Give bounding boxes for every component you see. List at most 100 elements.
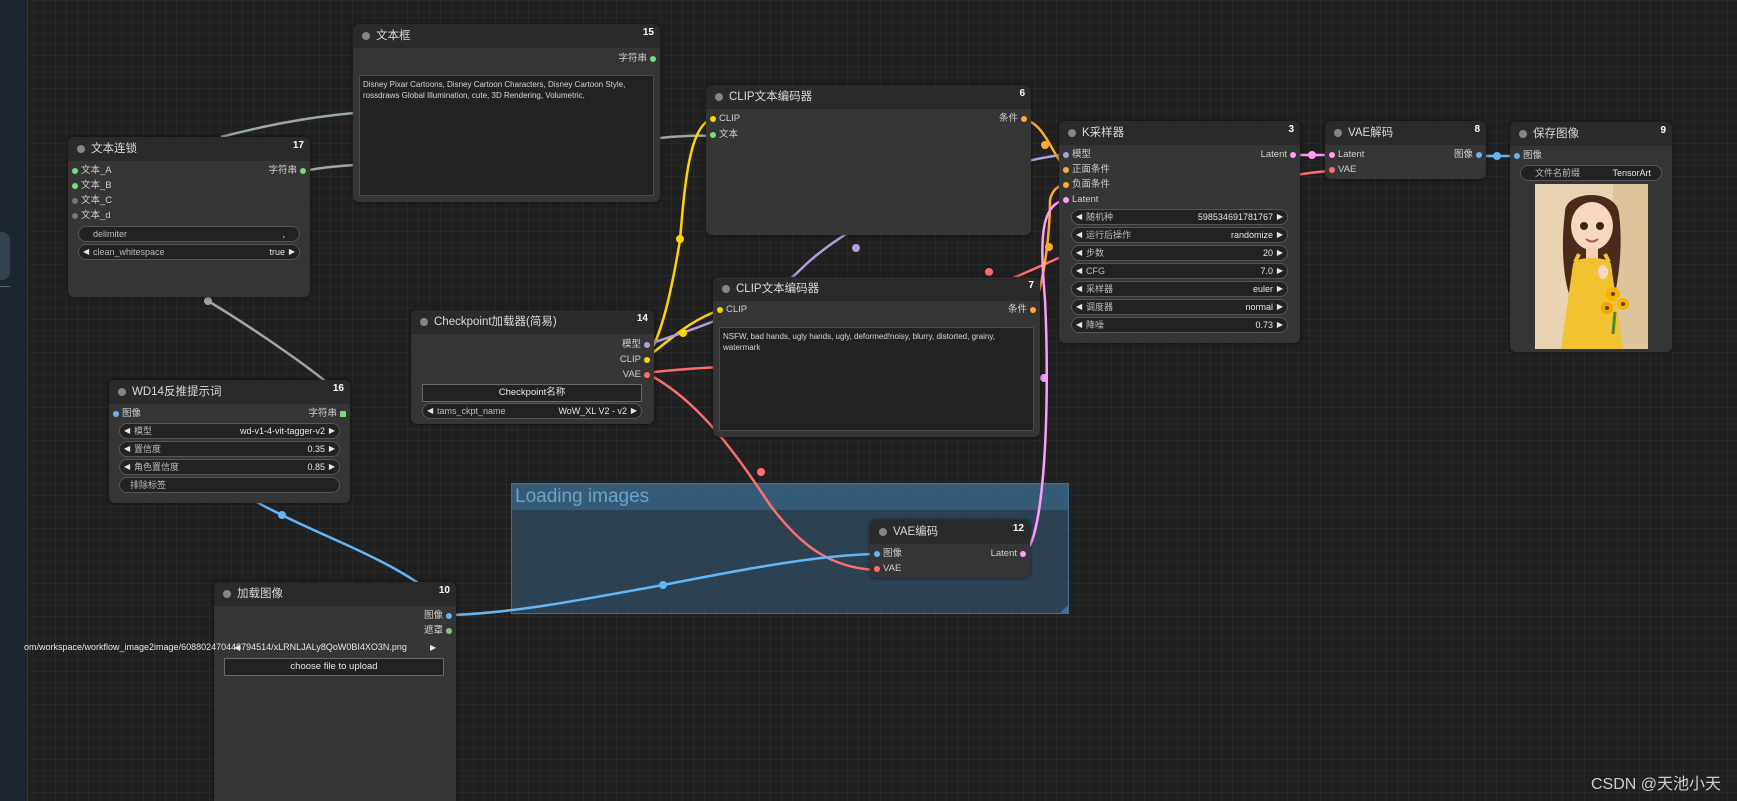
control-after-generate-widget[interactable]: ◀ 运行后操作 randomize ▶: [1071, 227, 1288, 243]
cfg-widget[interactable]: ◀ CFG 7.0 ▶: [1071, 263, 1288, 279]
output-latent[interactable]: Latent: [1261, 148, 1300, 162]
seed-widget[interactable]: ◀ 随机种 598534691781767 ▶: [1071, 209, 1288, 225]
input-text-a[interactable]: 文本_A: [68, 164, 112, 178]
collapse-dot[interactable]: [362, 32, 370, 40]
node-title[interactable]: 文本框 15: [353, 24, 660, 48]
input-image[interactable]: 图像: [109, 407, 141, 421]
output-pin[interactable]: [1021, 116, 1027, 122]
input-vae[interactable]: VAE: [1325, 163, 1356, 177]
node-vae-encode[interactable]: VAE编码 12 图像 Latent VAE: [870, 520, 1030, 578]
collapse-dot[interactable]: [715, 93, 723, 101]
node-vae-decode[interactable]: VAE解码 8 Latent 图像 VAE: [1325, 121, 1486, 179]
decrement-arrow-icon[interactable]: ◀: [124, 460, 130, 474]
input-pin[interactable]: [1063, 197, 1069, 203]
input-pin[interactable]: [72, 198, 78, 204]
node-clip-encode-positive[interactable]: CLIP文本编码器 6 CLIP 条件 文本: [706, 85, 1031, 235]
decrement-arrow-icon[interactable]: ◀: [1076, 282, 1082, 296]
output-pin[interactable]: [446, 628, 452, 634]
input-pin[interactable]: [1063, 152, 1069, 158]
output-pin[interactable]: [1020, 551, 1026, 557]
checkpoint-name-button[interactable]: Checkpoint名称: [422, 384, 642, 402]
decrement-arrow-icon[interactable]: ◀: [427, 404, 433, 418]
output-pin[interactable]: [644, 342, 650, 348]
node-title[interactable]: 加载图像 10: [214, 582, 456, 606]
input-text-c[interactable]: 文本_C: [68, 194, 112, 208]
output-image[interactable]: 图像: [424, 609, 456, 623]
output-mask[interactable]: 遮罩: [424, 624, 456, 638]
output-latent[interactable]: Latent: [991, 547, 1030, 561]
input-text[interactable]: 文本: [706, 128, 738, 142]
filename-prefix-widget[interactable]: 文件名前缀 TensorArt: [1520, 165, 1662, 181]
model-widget[interactable]: ◀ 模型 wd-v1-4-vit-tagger-v2 ▶: [119, 423, 340, 439]
decrement-arrow-icon[interactable]: ◀: [1076, 246, 1082, 260]
node-ksampler[interactable]: K采样器 3 模型 Latent 正面条件 负面条件 Latent ◀ 随机种 598…: [1059, 121, 1300, 343]
output-string[interactable]: 字符串: [618, 52, 660, 66]
input-clip[interactable]: CLIP: [713, 303, 747, 317]
node-save-image[interactable]: 保存图像 9 图像 文件名前缀 TensorArt: [1510, 122, 1672, 352]
input-pin[interactable]: [1063, 167, 1069, 173]
increment-arrow-icon[interactable]: ▶: [329, 424, 335, 438]
node-title[interactable]: WD14反推提示词 16: [109, 380, 350, 404]
node-title[interactable]: 保存图像 9: [1510, 122, 1672, 146]
output-pin[interactable]: [1030, 307, 1036, 313]
input-vae[interactable]: VAE: [870, 562, 901, 576]
collapse-dot[interactable]: [420, 318, 428, 326]
character-threshold-widget[interactable]: ◀ 角色置信度 0.85 ▶: [119, 459, 340, 475]
output-pin[interactable]: [446, 613, 452, 619]
node-title[interactable]: CLIP文本编码器 6: [706, 85, 1031, 109]
input-image[interactable]: 图像: [870, 547, 902, 561]
node-title[interactable]: K采样器 3: [1059, 121, 1300, 145]
input-pin[interactable]: [1063, 182, 1069, 188]
node-wd14-tagger[interactable]: WD14反推提示词 16 图像 字符串 ◀ 模型 wd-v1-4-vit-tagger…: [109, 380, 350, 503]
upload-file-button[interactable]: choose file to upload: [224, 658, 444, 676]
decrement-arrow-icon[interactable]: ◀: [124, 424, 130, 438]
increment-arrow-icon[interactable]: ▶: [1277, 210, 1283, 224]
collapse-dot[interactable]: [722, 285, 730, 293]
node-clip-encode-negative[interactable]: CLIP文本编码器 7 CLIP 条件 NSFW, bad hands, ugly…: [713, 277, 1040, 437]
delimiter-widget[interactable]: delimiter,: [78, 226, 300, 242]
node-text-box[interactable]: 文本框 15 字符串 Disney Pixar Cartoons, Disney …: [353, 24, 660, 202]
input-text-b[interactable]: 文本_B: [68, 179, 112, 193]
increment-arrow-icon[interactable]: ▶: [1277, 228, 1283, 242]
collapse-dot[interactable]: [118, 388, 126, 396]
steps-widget[interactable]: ◀ 步数 20 ▶: [1071, 245, 1288, 261]
collapse-dot[interactable]: [1334, 129, 1342, 137]
output-conditioning[interactable]: 条件: [1008, 303, 1040, 317]
output-pin[interactable]: [1290, 152, 1296, 158]
input-positive[interactable]: 正面条件: [1059, 163, 1110, 177]
input-latent[interactable]: Latent: [1059, 193, 1098, 207]
collapse-dot[interactable]: [223, 590, 231, 598]
increment-arrow-icon[interactable]: ▶: [289, 245, 295, 259]
output-string[interactable]: 字符串: [308, 407, 350, 421]
decrement-arrow-icon[interactable]: ◀: [1076, 210, 1082, 224]
text-input[interactable]: NSFW, bad hands, ugly hands, ugly, defor…: [719, 327, 1034, 431]
clean-whitespace-widget[interactable]: ◀ clean_whitespace true ▶: [78, 244, 300, 260]
output-pin[interactable]: [644, 357, 650, 363]
input-pin[interactable]: [72, 213, 78, 219]
node-title[interactable]: VAE编码 12: [870, 520, 1030, 544]
decrement-arrow-icon[interactable]: ◀: [124, 442, 130, 456]
increment-arrow-icon[interactable]: ▶: [329, 442, 335, 456]
collapse-dot[interactable]: [77, 145, 85, 153]
output-string[interactable]: 字符串: [268, 164, 310, 178]
output-image-preview[interactable]: [1535, 184, 1648, 349]
output-pin[interactable]: [644, 372, 650, 378]
decrement-arrow-icon[interactable]: ◀: [1076, 300, 1082, 314]
output-pin[interactable]: [340, 411, 346, 417]
input-pin[interactable]: [72, 183, 78, 189]
input-pin[interactable]: [874, 566, 880, 572]
exclude-tags-widget[interactable]: 排除标签: [119, 477, 340, 493]
increment-arrow-icon[interactable]: ▶: [430, 640, 436, 655]
node-title[interactable]: CLIP文本编码器 7: [713, 277, 1040, 301]
image-file-widget[interactable]: om/workspace/workflow_image2image/608802…: [22, 640, 442, 655]
input-pin[interactable]: [710, 132, 716, 138]
decrement-arrow-icon[interactable]: ◀: [1076, 264, 1082, 278]
output-pin[interactable]: [1476, 152, 1482, 158]
input-pin[interactable]: [72, 168, 78, 174]
increment-arrow-icon[interactable]: ▶: [1277, 282, 1283, 296]
output-clip[interactable]: CLIP: [620, 353, 654, 367]
output-vae[interactable]: VAE: [623, 368, 654, 382]
sampler-widget[interactable]: ◀ 采样器 euler ▶: [1071, 281, 1288, 297]
input-pin[interactable]: [113, 411, 119, 417]
node-title[interactable]: 文本连锁 17: [68, 137, 310, 161]
